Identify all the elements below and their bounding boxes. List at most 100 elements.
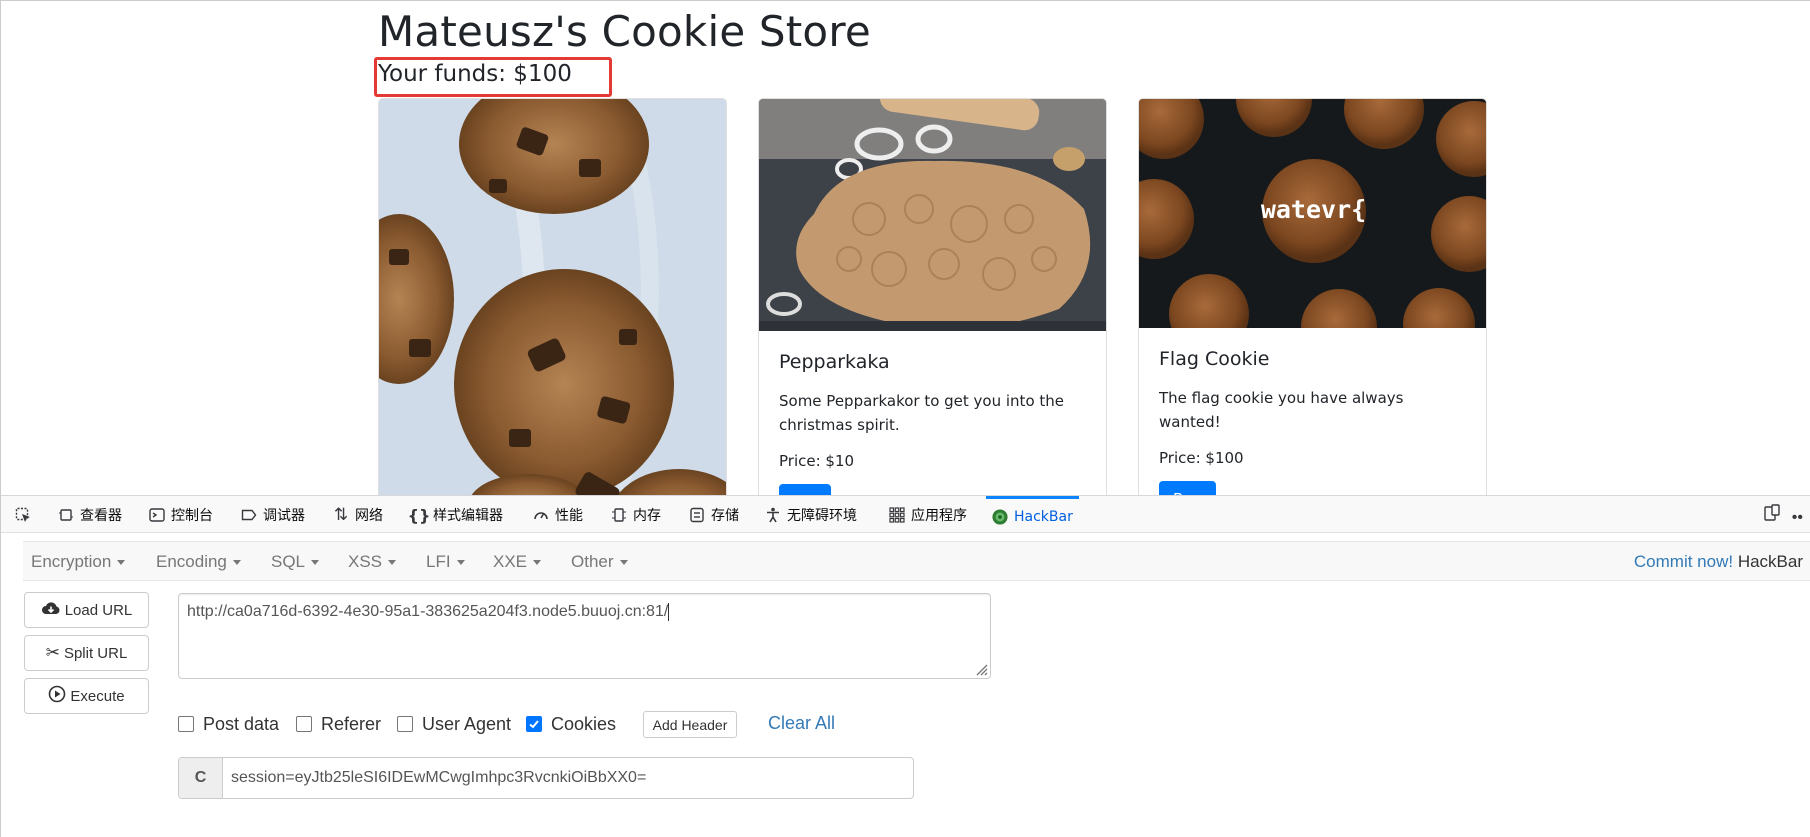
funds-display: Your funds: $100 — [378, 61, 572, 87]
tab-label: 控制台 — [171, 508, 213, 524]
checkmark-icon — [529, 720, 539, 729]
menu-lfi[interactable]: LFI — [426, 542, 465, 582]
product-price: Price: $100 — [1159, 449, 1244, 467]
tab-network[interactable]: ⇅ 网络 — [333, 496, 383, 534]
menu-label: XSS — [348, 552, 383, 571]
option-label: Referer — [321, 713, 382, 734]
url-value: http://ca0a716d-6392-4e30-95a1-383625a20… — [187, 603, 669, 621]
debugger-icon — [241, 507, 257, 523]
tab-label: 无障碍环境 — [787, 508, 857, 524]
cookie-addon-label: C — [179, 758, 223, 798]
tab-console[interactable]: 控制台 — [149, 496, 213, 534]
commit-now-link[interactable]: Commit now! — [1634, 552, 1733, 571]
play-circle-icon — [48, 685, 66, 707]
tab-label: 应用程序 — [911, 508, 967, 524]
tab-label: 性能 — [555, 508, 583, 524]
flag-cookie-card-body: Flag Cookie The flag cookie you have alw… — [1159, 348, 1466, 495]
caret-down-icon — [456, 560, 465, 566]
text-cursor — [668, 603, 670, 621]
option-label: User Agent — [422, 713, 512, 734]
product-card-pepparkaka: Pepparkaka Some Pepparkakor to get you i… — [758, 98, 1107, 495]
resize-handle-icon[interactable] — [974, 662, 988, 676]
buy-button-pepparkaka[interactable] — [779, 484, 831, 495]
tab-label: 存储 — [711, 508, 739, 524]
caret-down-icon — [619, 560, 628, 566]
memory-icon — [611, 507, 627, 523]
tab-label: 内存 — [633, 508, 661, 524]
pepparkaka-card-body: Pepparkaka Some Pepparkakor to get you i… — [779, 351, 1086, 495]
user-agent-checkbox[interactable] — [397, 716, 413, 732]
menu-xxe[interactable]: XXE — [493, 542, 542, 582]
tab-memory[interactable]: 内存 — [611, 496, 661, 534]
tab-storage[interactable]: 存储 — [689, 496, 739, 534]
menu-label: XXE — [493, 552, 528, 571]
caret-down-icon — [533, 560, 542, 566]
menu-encryption[interactable]: Encryption — [31, 542, 126, 582]
network-icon: ⇅ — [333, 505, 349, 525]
menu-label: Encoding — [156, 552, 227, 571]
tab-debugger[interactable]: 调试器 — [241, 496, 305, 534]
product-name: Pepparkaka — [779, 351, 890, 373]
chocolate-cookies-image — [379, 99, 726, 495]
add-header-button[interactable]: Add Header — [643, 711, 737, 738]
caret-down-icon — [388, 560, 397, 566]
cookies-input[interactable]: session=eyJtb25leSI6IDEwMCwgImhpc3Rvcnki… — [223, 758, 913, 798]
menu-other[interactable]: Other — [571, 542, 628, 582]
url-textarea[interactable]: http://ca0a716d-6392-4e30-95a1-383625a20… — [178, 593, 991, 679]
menu-sql[interactable]: SQL — [271, 542, 320, 582]
hackbar-icon — [992, 508, 1008, 525]
post-data-checkbox[interactable] — [178, 716, 194, 732]
split-url-button[interactable]: ✂ Split URL — [24, 635, 149, 671]
caret-down-icon — [117, 560, 126, 566]
cloud-download-icon — [41, 600, 61, 620]
button-label: Split URL — [63, 644, 128, 662]
product-card-1 — [378, 98, 727, 495]
pepparkaka-image — [759, 99, 1106, 331]
tab-label: 网络 — [355, 508, 383, 524]
tab-accessibility[interactable]: 无障碍环境 — [765, 496, 857, 534]
page-title: Mateusz's Cookie Store — [378, 7, 871, 56]
tab-inspector[interactable]: 查看器 — [58, 496, 122, 534]
pick-element-button[interactable] — [15, 496, 37, 534]
cookies-checkbox[interactable] — [526, 716, 542, 732]
option-post-data[interactable]: Post data — [178, 713, 279, 735]
tab-label: 调试器 — [263, 508, 305, 524]
buy-button-flag-cookie[interactable]: Buy — [1159, 481, 1216, 495]
scissors-icon: ✂ — [45, 643, 60, 662]
style-editor-icon: {} — [407, 505, 431, 525]
tab-application[interactable]: 应用程序 — [889, 496, 967, 534]
product-name: Flag Cookie — [1159, 348, 1270, 370]
menu-encoding[interactable]: Encoding — [156, 542, 241, 582]
product-description: The flag cookie you have always wanted! — [1159, 389, 1404, 431]
referer-checkbox[interactable] — [296, 716, 312, 732]
option-cookies[interactable]: Cookies — [526, 713, 616, 735]
pick-element-icon — [15, 507, 31, 523]
devtools-toolbar: 查看器 控制台 调试器 ⇅ 网络 {} 样式编辑器 性能 内存 存储 无障碍环境… — [1, 495, 1810, 533]
menu-xss[interactable]: XSS — [348, 542, 397, 582]
button-label: Load URL — [64, 601, 133, 619]
hackbar-menu: Encryption Encoding SQL XSS LFI XXE Othe… — [23, 541, 1810, 581]
clear-all-link[interactable]: Clear All — [768, 713, 835, 734]
menu-label: LFI — [426, 552, 451, 571]
flag-cookie-image-text: watevr{ — [1260, 195, 1367, 224]
execute-button[interactable]: Execute — [24, 678, 149, 714]
tab-performance[interactable]: 性能 — [533, 496, 583, 534]
cookies-input-group: C session=eyJtb25leSI6IDEwMCwgImhpc3Rvcn… — [178, 757, 914, 799]
option-label: Cookies — [551, 713, 617, 734]
option-user-agent[interactable]: User Agent — [397, 713, 511, 735]
responsive-design-icon[interactable]: •• — [1763, 504, 1803, 527]
more-options-icon[interactable]: •• — [1792, 509, 1803, 526]
inspector-icon — [58, 507, 74, 523]
menu-label: Other — [571, 552, 614, 571]
tab-label: HackBar — [1014, 508, 1073, 525]
option-label: Post data — [203, 713, 280, 734]
flag-cookie-image: watevr{ — [1139, 99, 1486, 328]
option-referer[interactable]: Referer — [296, 713, 381, 735]
product-price: Price: $10 — [779, 452, 855, 470]
tab-style-editor[interactable]: {} 样式编辑器 — [407, 496, 503, 534]
tab-hackbar[interactable]: HackBar — [986, 496, 1079, 534]
performance-icon — [533, 507, 549, 523]
button-label: Execute — [70, 687, 125, 705]
load-url-button[interactable]: Load URL — [24, 592, 149, 628]
menu-label: Encryption — [31, 552, 112, 571]
